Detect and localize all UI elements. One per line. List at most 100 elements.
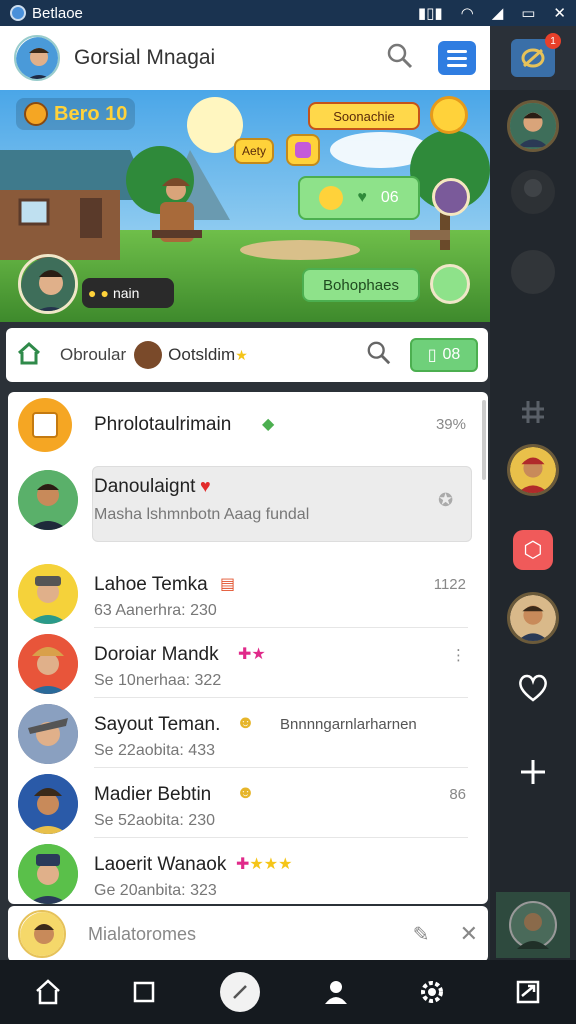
- sparkle-icon: ✚★★★: [236, 856, 293, 873]
- filter-label: Obroular: [60, 345, 127, 364]
- list-item[interactable]: Madier Bebtin ☻ Se 52aobita: 230 86: [8, 768, 478, 838]
- home-icon[interactable]: [16, 341, 42, 370]
- character-icon: [319, 186, 344, 210]
- wifi-icon: ◠: [460, 5, 474, 22]
- list-item[interactable]: Laoerit Wanaok ✚★★★ Ge 20anbita: 323: [8, 840, 478, 904]
- contact-sub: Se 10nerhaa: 322: [94, 672, 222, 689]
- contact-avatar: [18, 634, 78, 694]
- contact-sub: Ge 20anbita: 323: [94, 882, 217, 899]
- tag-top[interactable]: Soonachie: [308, 102, 420, 130]
- leaf-icon: ♥: [357, 189, 367, 206]
- rail-top-button[interactable]: 1: [490, 26, 576, 90]
- contact-sub: Se 52aobita: 230: [94, 812, 215, 829]
- sun-icon: [430, 96, 468, 134]
- cell-signal-icon: ◢: [491, 5, 504, 22]
- search-icon[interactable]: [386, 42, 414, 75]
- game-title: Bero 10: [54, 102, 128, 125]
- menu-icon: [447, 49, 467, 53]
- game-banner[interactable]: Bero 10 Soonachie Aety ♥ 06 ● ● nain Boh…: [0, 90, 490, 322]
- banner-player-avatar[interactable]: [432, 178, 470, 216]
- more-icon[interactable]: ⋮: [451, 646, 466, 664]
- filter-search-icon[interactable]: [366, 340, 392, 371]
- player-avatar[interactable]: [18, 254, 78, 314]
- contact-avatar: [18, 704, 78, 764]
- contact-sub: Se 22aobita: 433: [94, 742, 215, 759]
- home-icon[interactable]: [28, 972, 68, 1012]
- battery-small-icon: ▯: [427, 347, 437, 364]
- edit-icon[interactable]: [220, 972, 260, 1012]
- notification-badge: 1: [545, 33, 561, 49]
- game-title-badge: Bero 10: [16, 98, 136, 130]
- card-badge-icon: ▤: [220, 576, 236, 593]
- notes-icon: [18, 398, 72, 452]
- square-icon[interactable]: [124, 972, 164, 1012]
- close-icon[interactable]: ✕: [460, 921, 478, 947]
- list-item[interactable]: Doroiar Mandk ✚★ Se 10nerhaa: 322 ⋮: [8, 628, 478, 698]
- menu-button[interactable]: [438, 41, 476, 75]
- mini-player[interactable]: Mialatoromes ✎ ✕: [8, 906, 488, 962]
- contact-sub: 63 Aanerhra: 230: [94, 602, 217, 619]
- heart-badge-icon: ♥: [200, 476, 211, 496]
- contact-name: Laoerit Wanaok: [94, 854, 227, 875]
- plus-icon[interactable]: [507, 746, 559, 798]
- contact-meta: 1122: [433, 576, 466, 593]
- key-icon: ☻: [236, 782, 255, 802]
- bottom-nav: [0, 960, 576, 1024]
- grid-icon[interactable]: [507, 386, 559, 438]
- banner-action-button[interactable]: Bohophaes: [302, 268, 420, 302]
- side-rail: 1 ⬡: [490, 26, 576, 960]
- contact-name: Sayout Teman.: [94, 714, 221, 735]
- app-header: Gorsial Mnagai: [0, 26, 490, 90]
- rail-avatar-6[interactable]: [496, 892, 570, 958]
- contact-meta: 39%: [435, 416, 466, 433]
- contact-avatar: [18, 844, 78, 904]
- contact-name: Lahoe Temka: [94, 574, 208, 595]
- game-logo-icon: [24, 102, 48, 126]
- key-icon: ☻: [236, 712, 255, 732]
- gift-icon[interactable]: ⬡: [507, 524, 559, 576]
- rail-avatar-2[interactable]: [507, 166, 559, 218]
- rail-avatar-1[interactable]: [507, 100, 559, 152]
- badge-icon[interactable]: ✪: [438, 490, 453, 511]
- main-panel: Gorsial Mnagai Bero 10 Soonachie Aety ♥ …: [0, 26, 490, 962]
- mini-avatar: [18, 910, 66, 958]
- signal-icon: ▮▯▮: [417, 5, 443, 22]
- list-item[interactable]: Phrolotaulrimain ◆ 39%: [8, 392, 478, 462]
- leaf-badge-icon: ◆: [262, 416, 275, 433]
- list-item[interactable]: Lahoe Temka ▤ 63 Aanerhra: 230 1122: [8, 558, 478, 628]
- carrier-label: Betlaoe: [32, 4, 83, 22]
- pin-icon[interactable]: ✎: [413, 922, 430, 947]
- status-bar: Betlaoe ▮▯▮ ◠ ◢ ▭ ✕: [0, 0, 576, 26]
- potion-icon[interactable]: [286, 134, 320, 166]
- list-item-selected[interactable]: Danoulaignt ♥ Masha lshmnbotn Aaag funda…: [8, 460, 478, 542]
- contact-list: Phrolotaulrimain ◆ 39% Danoulaignt ♥ Mas…: [8, 392, 488, 904]
- tag-small[interactable]: Aety: [234, 138, 274, 164]
- user-avatar[interactable]: [14, 35, 60, 81]
- close-icon[interactable]: ✕: [553, 4, 566, 22]
- list-scrollbar[interactable]: [482, 400, 486, 480]
- rail-avatar-3[interactable]: [507, 246, 559, 298]
- page-title: Gorsial Mnagai: [74, 46, 216, 69]
- contact-avatar: [18, 774, 78, 834]
- rail-avatar-4[interactable]: [507, 444, 559, 496]
- gear-icon[interactable]: [412, 972, 452, 1012]
- list-item[interactable]: Sayout Teman. ☻ Bnnnngarnlarharnen Se 22…: [8, 698, 478, 768]
- stat-pill[interactable]: ♥ 06: [298, 176, 420, 220]
- compass-icon: [521, 48, 545, 68]
- contact-avatar: [18, 564, 78, 624]
- contact-name: Phrolotaulrimain: [94, 414, 232, 435]
- rail-avatar-5[interactable]: [507, 592, 559, 644]
- contact-name: Danoulaignt: [94, 476, 196, 497]
- heart-icon[interactable]: [507, 662, 559, 714]
- score-label: nain: [112, 285, 140, 301]
- swap-icon[interactable]: [508, 972, 548, 1012]
- contact-name: Madier Bebtin: [94, 784, 212, 805]
- person-icon[interactable]: [316, 972, 356, 1012]
- filter-avatar: [134, 341, 163, 369]
- coin-icon-2: ●: [100, 285, 109, 301]
- star-icon: ★: [235, 346, 248, 363]
- filter-name: Ootsldim: [168, 345, 236, 364]
- filter-ok-button[interactable]: ▯ 08: [410, 338, 478, 372]
- friend-avatar[interactable]: [430, 264, 470, 304]
- score-pill: ● ● nain: [82, 278, 174, 308]
